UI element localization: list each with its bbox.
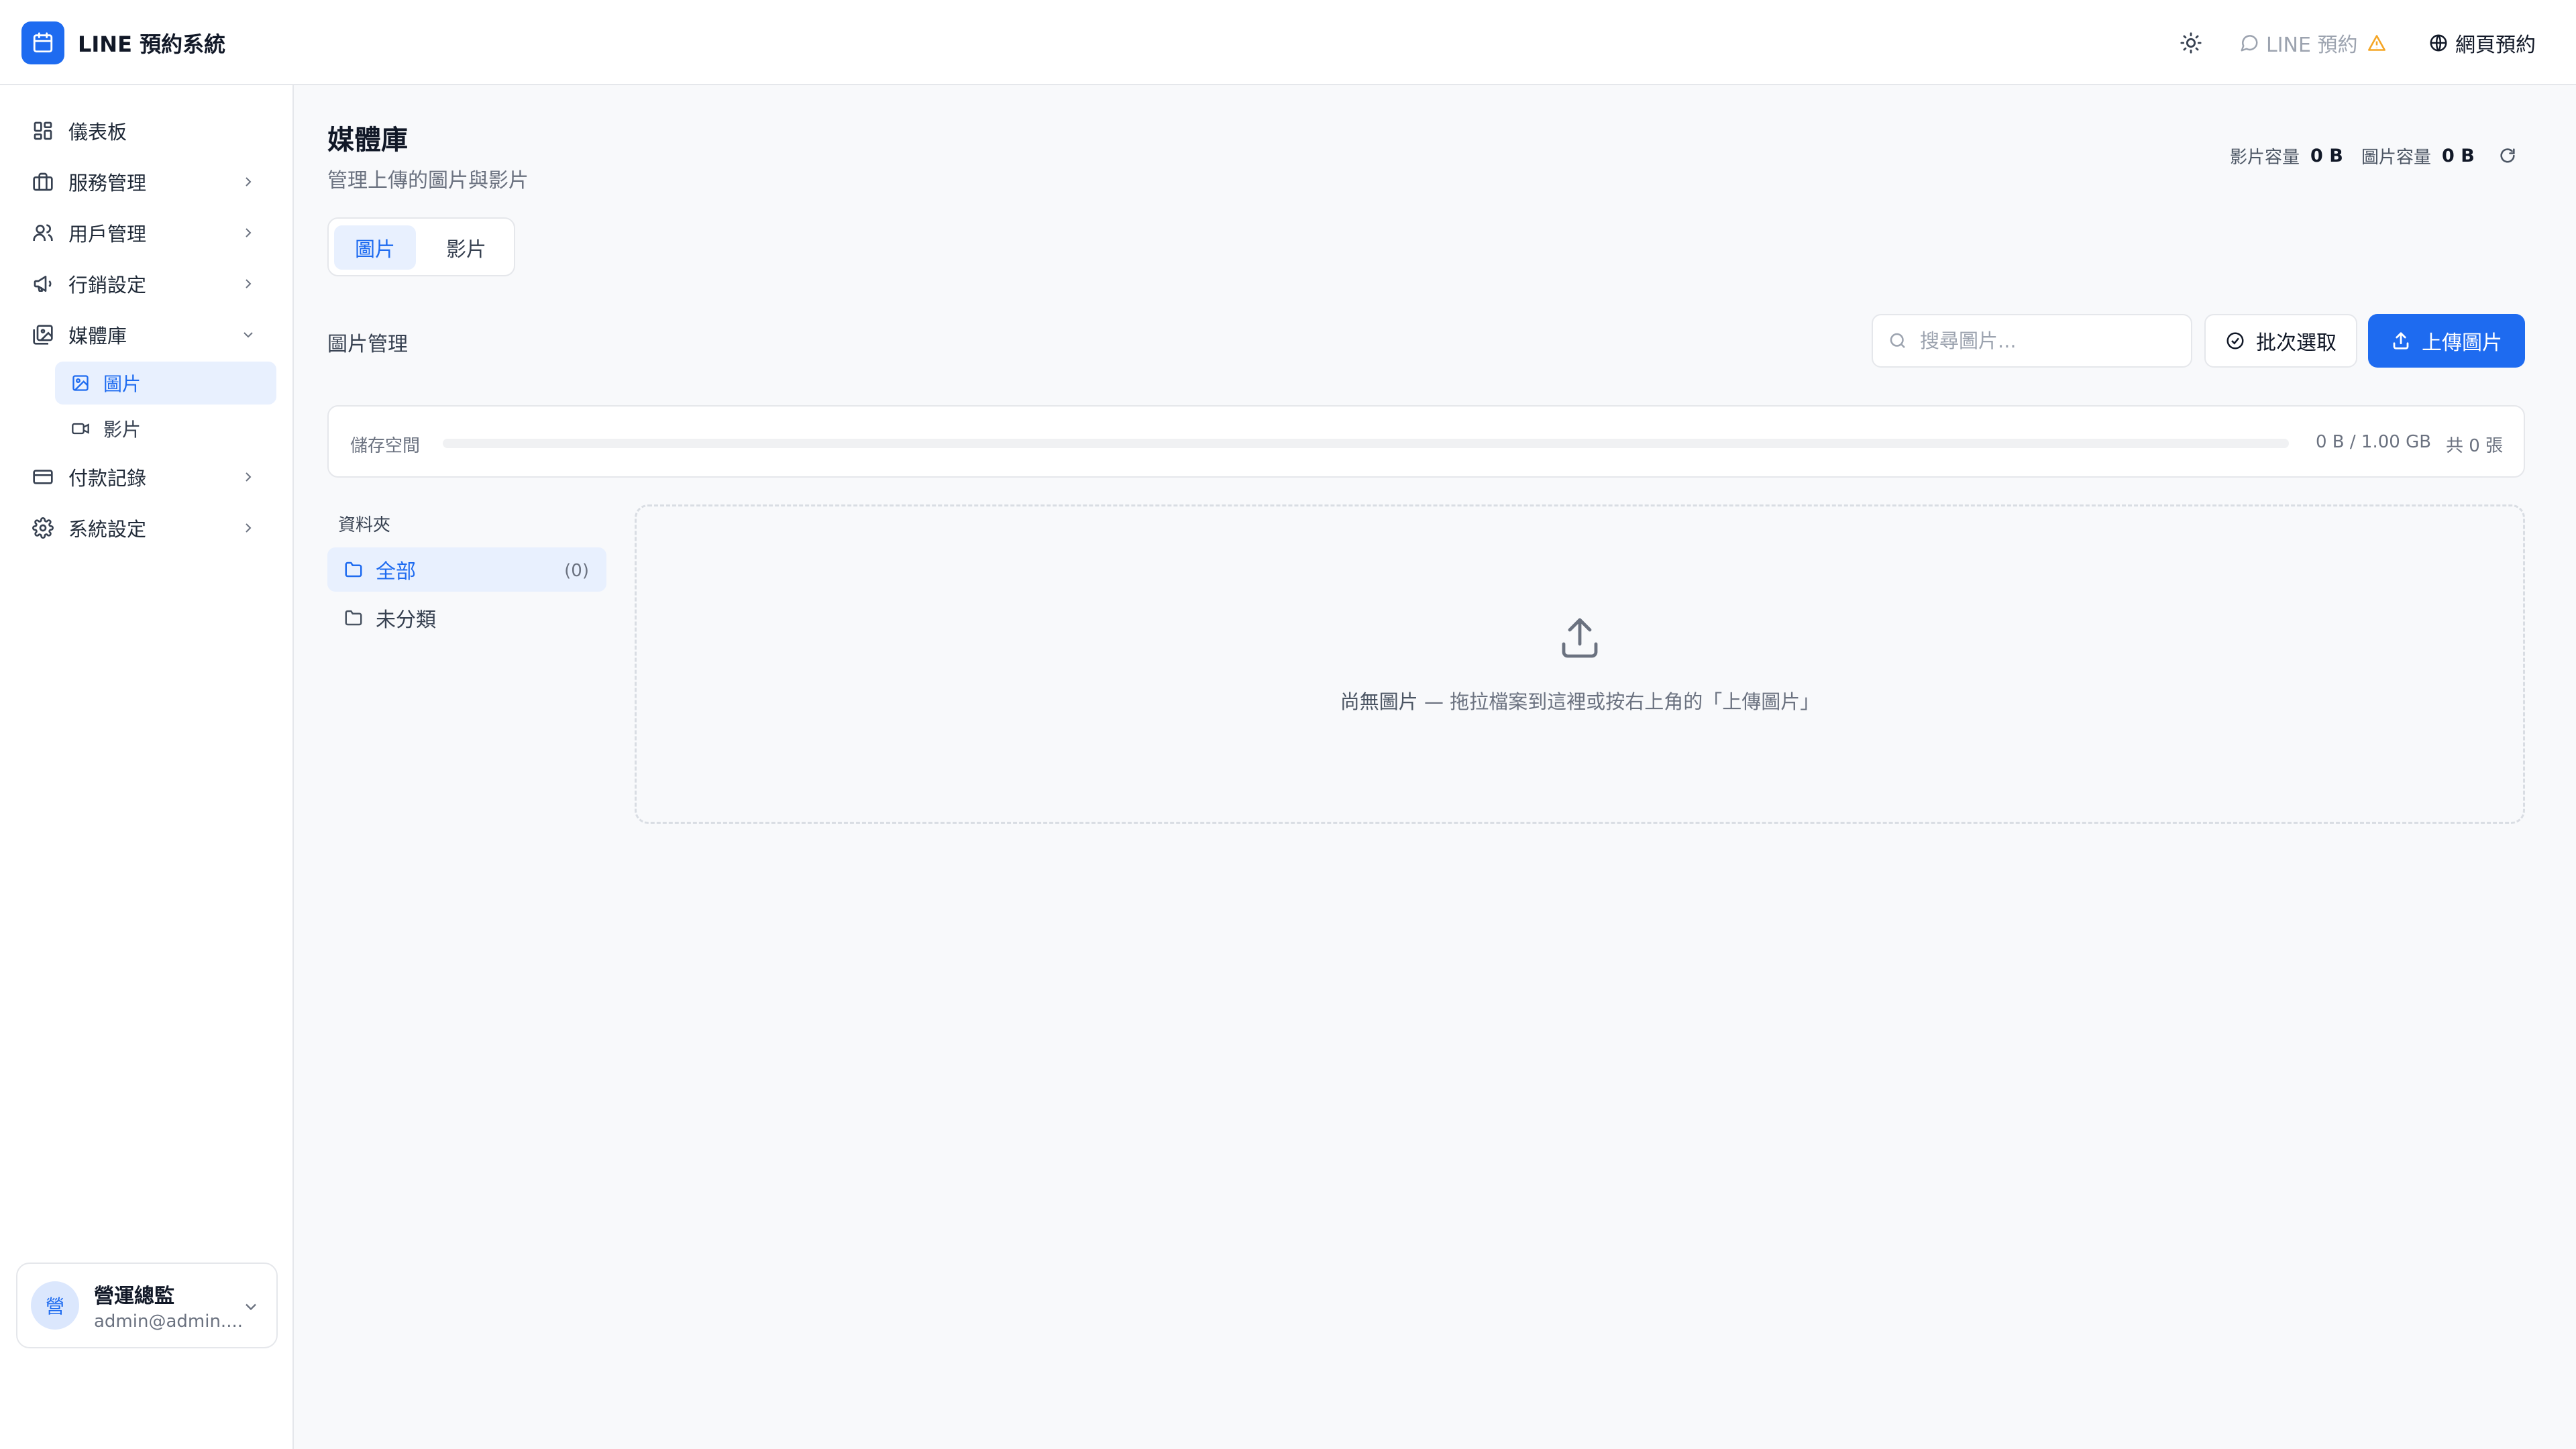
video-icon — [70, 418, 91, 439]
sidebar-item-label: 媒體庫 — [68, 325, 127, 347]
chevron-down-icon — [239, 325, 258, 344]
search-input[interactable] — [1919, 329, 2180, 353]
batch-select-label: 批次選取 — [2256, 331, 2337, 355]
chevron-right-icon — [239, 172, 258, 191]
tab-images[interactable]: 圖片 — [334, 225, 416, 270]
refresh-icon[interactable] — [2496, 144, 2520, 168]
warning-triangle-icon — [2367, 35, 2385, 51]
upload-icon — [1562, 618, 1598, 658]
upload-image-button[interactable]: 上傳圖片 — [2368, 314, 2525, 368]
sidebar-subitem-images[interactable]: 圖片 — [55, 362, 276, 405]
chevron-right-icon — [239, 468, 258, 486]
sidebar-item-label: 系統設定 — [68, 518, 147, 541]
brand[interactable]: LINE 預約系統 — [21, 21, 225, 64]
storage-label: 儲存空間 — [350, 436, 421, 456]
calendar-icon — [21, 21, 64, 64]
user-name: 營運總監 — [94, 1285, 174, 1308]
storage-progress-bar — [443, 439, 2289, 448]
chevron-right-icon — [239, 223, 258, 242]
video-quota-label: 影片容量 — [2230, 147, 2300, 168]
sidebar-item-label: 儀表板 — [68, 121, 127, 144]
page-subtitle: 管理上傳的圖片與影片 — [327, 169, 529, 193]
sidebar-item-services[interactable]: 服務管理 — [24, 160, 272, 203]
sidebar-item-label: 用戶管理 — [68, 223, 147, 246]
briefcase-icon — [31, 170, 55, 194]
empty-state-hint: — 拖拉檔案到這裡或按右上角的「上傳圖片」 — [1417, 690, 1820, 713]
batch-select-button[interactable]: 批次選取 — [2204, 314, 2357, 368]
folder-label: 全部 — [376, 560, 416, 584]
sidebar-item-system-settings[interactable]: 系統設定 — [24, 506, 272, 549]
globe-icon — [2430, 34, 2447, 52]
folder-icon — [345, 610, 362, 626]
page-title: 媒體庫 — [327, 125, 408, 156]
section-title: 圖片管理 — [327, 333, 408, 356]
folder-label: 未分類 — [376, 608, 436, 632]
video-quota-value: 0 B — [2310, 145, 2343, 166]
user-menu[interactable]: 營 營運總監 admin@admin.... — [16, 1263, 278, 1348]
top-bar: LINE 預約系統 LINE 預約 網頁預約 — [0, 0, 2576, 85]
sidebar-item-label: 行銷設定 — [68, 274, 147, 297]
grid-icon — [31, 119, 55, 143]
sidebar-item-label: 付款記錄 — [68, 467, 147, 490]
empty-state-message: 尚無圖片 — 拖拉檔案到這裡或按右上角的「上傳圖片」 — [637, 686, 2523, 714]
sidebar-item-marketing[interactable]: 行銷設定 — [24, 262, 272, 305]
sidebar-item-dashboard[interactable]: 儀表板 — [24, 109, 272, 152]
upload-icon — [2393, 332, 2409, 350]
upload-image-label: 上傳圖片 — [2422, 331, 2502, 355]
storage-usage-card: 儲存空間 0 B / 1.00 GB 共 0 張 — [327, 405, 2525, 478]
sun-icon[interactable] — [2178, 30, 2204, 56]
app-title: LINE 預約系統 — [78, 32, 226, 57]
sidebar-subitem-videos[interactable]: 影片 — [55, 407, 276, 450]
chevron-right-icon — [239, 519, 258, 537]
folder-uncategorized[interactable]: 未分類 — [327, 596, 606, 640]
sidebar-item-media-library[interactable]: 媒體庫 — [24, 313, 272, 356]
media-icon — [31, 323, 55, 347]
sidebar-subitem-label: 圖片 — [103, 373, 142, 395]
tab-videos[interactable]: 影片 — [425, 225, 507, 270]
folders-heading: 資料夾 — [338, 515, 391, 535]
sidebar-item-label: 服務管理 — [68, 172, 147, 195]
folder-icon — [345, 561, 362, 578]
image-icon — [70, 372, 91, 394]
folder-count: (0) — [564, 561, 589, 581]
check-circle-icon — [2226, 332, 2244, 350]
credit-card-icon — [31, 465, 55, 489]
image-quota-value: 0 B — [2442, 145, 2475, 166]
chevron-down-icon — [241, 1297, 260, 1319]
line-booking-label: LINE 預約 — [2266, 34, 2358, 57]
folder-all[interactable]: 全部 (0) — [327, 547, 606, 592]
sidebar-subitem-label: 影片 — [103, 419, 142, 441]
image-quota-label: 圖片容量 — [2361, 147, 2432, 168]
gear-icon — [31, 516, 55, 540]
storage-usage-text: 0 B / 1.00 GB — [2316, 432, 2432, 452]
users-icon — [31, 221, 55, 245]
chat-bubble-icon — [2241, 35, 2258, 52]
video-quota: 影片容量 0 B — [2230, 142, 2343, 169]
image-quota: 圖片容量 0 B — [2361, 142, 2475, 169]
web-booking-label: 網頁預約 — [2455, 34, 2536, 57]
web-booking-link[interactable]: 網頁預約 — [2428, 27, 2536, 59]
user-email: admin@admin.... — [94, 1311, 243, 1332]
chevron-right-icon — [239, 274, 258, 293]
sidebar-item-users[interactable]: 用戶管理 — [24, 211, 272, 254]
line-booking-status[interactable]: LINE 預約 — [2239, 27, 2386, 59]
sidebar-item-payments[interactable]: 付款記錄 — [24, 455, 272, 498]
sidebar: 儀表板 服務管理 用戶管理 行銷設定 媒體庫 圖片 影片 付款記錄 系統設定 營… — [0, 85, 294, 1449]
upload-dropzone[interactable]: 尚無圖片 — 拖拉檔案到這裡或按右上角的「上傳圖片」 — [635, 504, 2525, 824]
search-box[interactable] — [1872, 314, 2192, 368]
search-icon — [1890, 333, 1905, 348]
empty-state-title: 尚無圖片 — [1340, 690, 1418, 713]
media-type-tabs: 圖片 影片 — [327, 217, 515, 276]
megaphone-icon — [31, 272, 55, 296]
avatar: 營 — [31, 1281, 79, 1330]
image-count-text: 共 0 張 — [2446, 436, 2504, 456]
